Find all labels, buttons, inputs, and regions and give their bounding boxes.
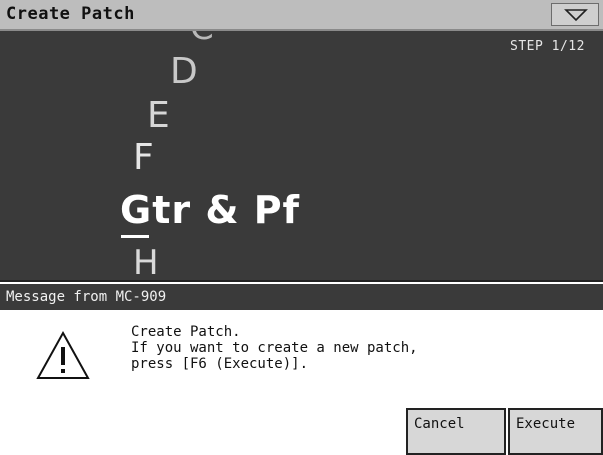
dialog-title: Message from MC-909 xyxy=(6,289,167,305)
selected-patch-name[interactable]: Gtr & Pf xyxy=(120,191,300,229)
menu-button[interactable] xyxy=(551,3,599,26)
message-line: press [F6 (Execute)]. xyxy=(131,356,309,372)
execute-button-label: Execute xyxy=(516,416,576,432)
cursor-underline xyxy=(121,235,149,238)
mc909-screen: Create Patch STEP 1/12 C D E F Gtr & Pf … xyxy=(0,0,603,455)
execute-button[interactable]: Execute xyxy=(508,408,603,455)
patch-name-list[interactable]: STEP 1/12 C D E F Gtr & Pf H xyxy=(0,31,603,280)
message-dialog: Message from MC-909 Create Patch. If you… xyxy=(0,280,603,455)
dialog-message: Create Patch. If you want to create a ne… xyxy=(131,324,418,372)
dialog-header: Message from MC-909 xyxy=(0,284,603,310)
warning-triangle-icon xyxy=(36,330,90,379)
list-item[interactable]: D xyxy=(170,54,198,90)
cancel-button[interactable]: Cancel xyxy=(406,408,506,455)
window-title: Create Patch xyxy=(6,4,135,24)
title-bar: Create Patch xyxy=(0,0,603,31)
message-line: Create Patch. xyxy=(131,324,241,340)
triangle-down-icon xyxy=(564,9,588,22)
message-line: If you want to create a new patch, xyxy=(131,340,418,356)
cancel-button-label: Cancel xyxy=(414,416,465,432)
list-item[interactable]: F xyxy=(133,140,154,176)
list-item[interactable]: E xyxy=(147,98,170,134)
step-indicator: STEP 1/12 xyxy=(510,39,585,54)
list-item[interactable]: C xyxy=(190,31,214,45)
list-item[interactable]: H xyxy=(133,246,159,280)
